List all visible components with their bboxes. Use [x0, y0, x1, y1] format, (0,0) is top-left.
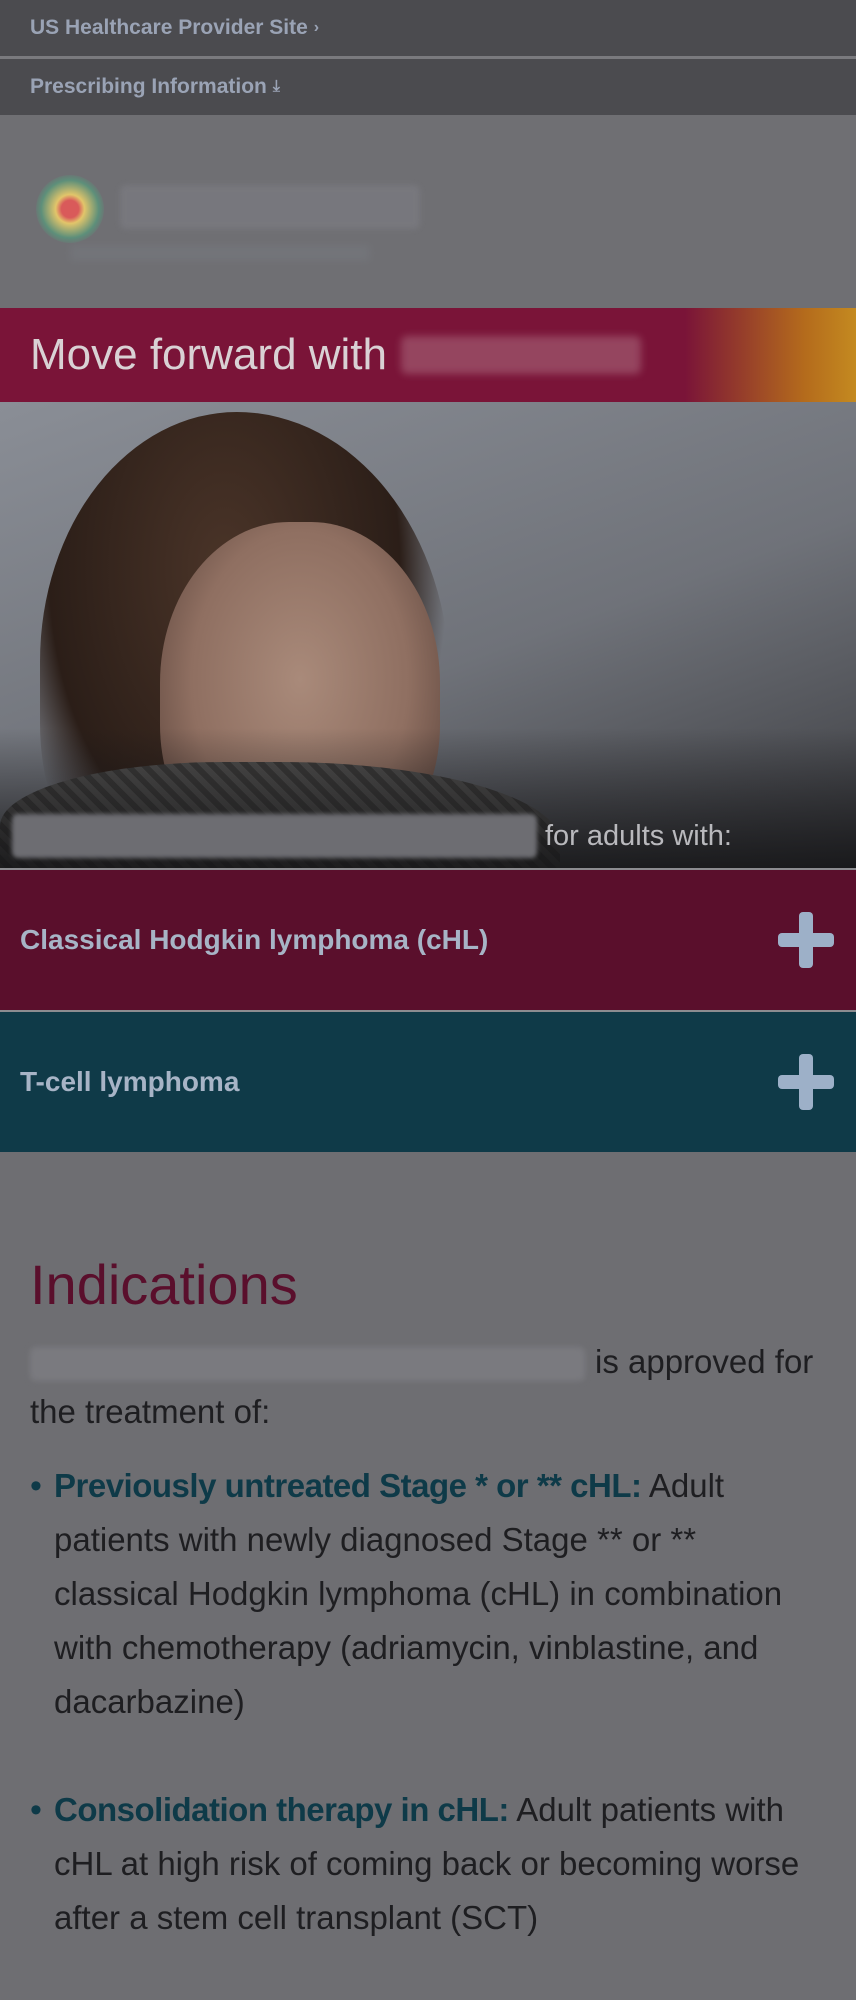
- logo-area: [0, 115, 856, 308]
- caption-redacted: [12, 814, 537, 858]
- prescribing-info-link[interactable]: Prescribing Information: [30, 75, 267, 99]
- plus-icon[interactable]: [778, 912, 834, 968]
- hero-photo: for adults with:: [0, 402, 856, 868]
- indications-section: Indications is approved for the treatmen…: [0, 1152, 856, 1945]
- provider-site-link[interactable]: US Healthcare Provider Site: [30, 16, 308, 40]
- indications-list: Previously untreated Stage * or ** cHL: …: [30, 1459, 826, 1945]
- brand-logo-wordmark: [120, 185, 420, 229]
- accordion-chl-label: Classical Hodgkin lymphoma (cHL): [20, 924, 489, 955]
- prescribing-info-bar: Prescribing Information ⤓: [0, 59, 856, 115]
- download-icon: ⤓: [272, 78, 280, 95]
- accordion-tcell-label: T-cell lymphoma: [20, 1066, 240, 1097]
- photo-caption: for adults with:: [12, 814, 732, 858]
- plus-icon[interactable]: [778, 1054, 834, 1110]
- hero-headline: Move forward with: [30, 330, 388, 379]
- indications-intro: is approved for the treatment of:: [30, 1337, 826, 1437]
- accordion-tcell[interactable]: T-cell lymphoma: [0, 1010, 856, 1152]
- brand-logo-subtitle: [70, 245, 370, 261]
- list-item: Previously untreated Stage * or ** cHL: …: [30, 1459, 826, 1729]
- indication-heading: Consolidation therapy in cHL:: [54, 1791, 509, 1828]
- brand-name-redacted: [401, 336, 642, 374]
- hero-banner: Move forward with: [0, 308, 856, 402]
- list-item: Consolidation therapy in cHL: Adult pati…: [30, 1783, 826, 1945]
- caption-text: for adults with:: [545, 819, 732, 852]
- brand-logo-icon[interactable]: [36, 175, 104, 243]
- drug-name-redacted: [30, 1347, 585, 1382]
- indication-heading: Previously untreated Stage * or ** cHL:: [54, 1467, 642, 1504]
- accordion-chl[interactable]: Classical Hodgkin lymphoma (cHL): [0, 868, 856, 1010]
- chevron-right-icon: ›: [313, 19, 320, 36]
- provider-site-bar: US Healthcare Provider Site ›: [0, 0, 856, 59]
- indication-text: Adult patients with newly diagnosed Stag…: [54, 1467, 783, 1720]
- indications-title: Indications: [30, 1253, 298, 1316]
